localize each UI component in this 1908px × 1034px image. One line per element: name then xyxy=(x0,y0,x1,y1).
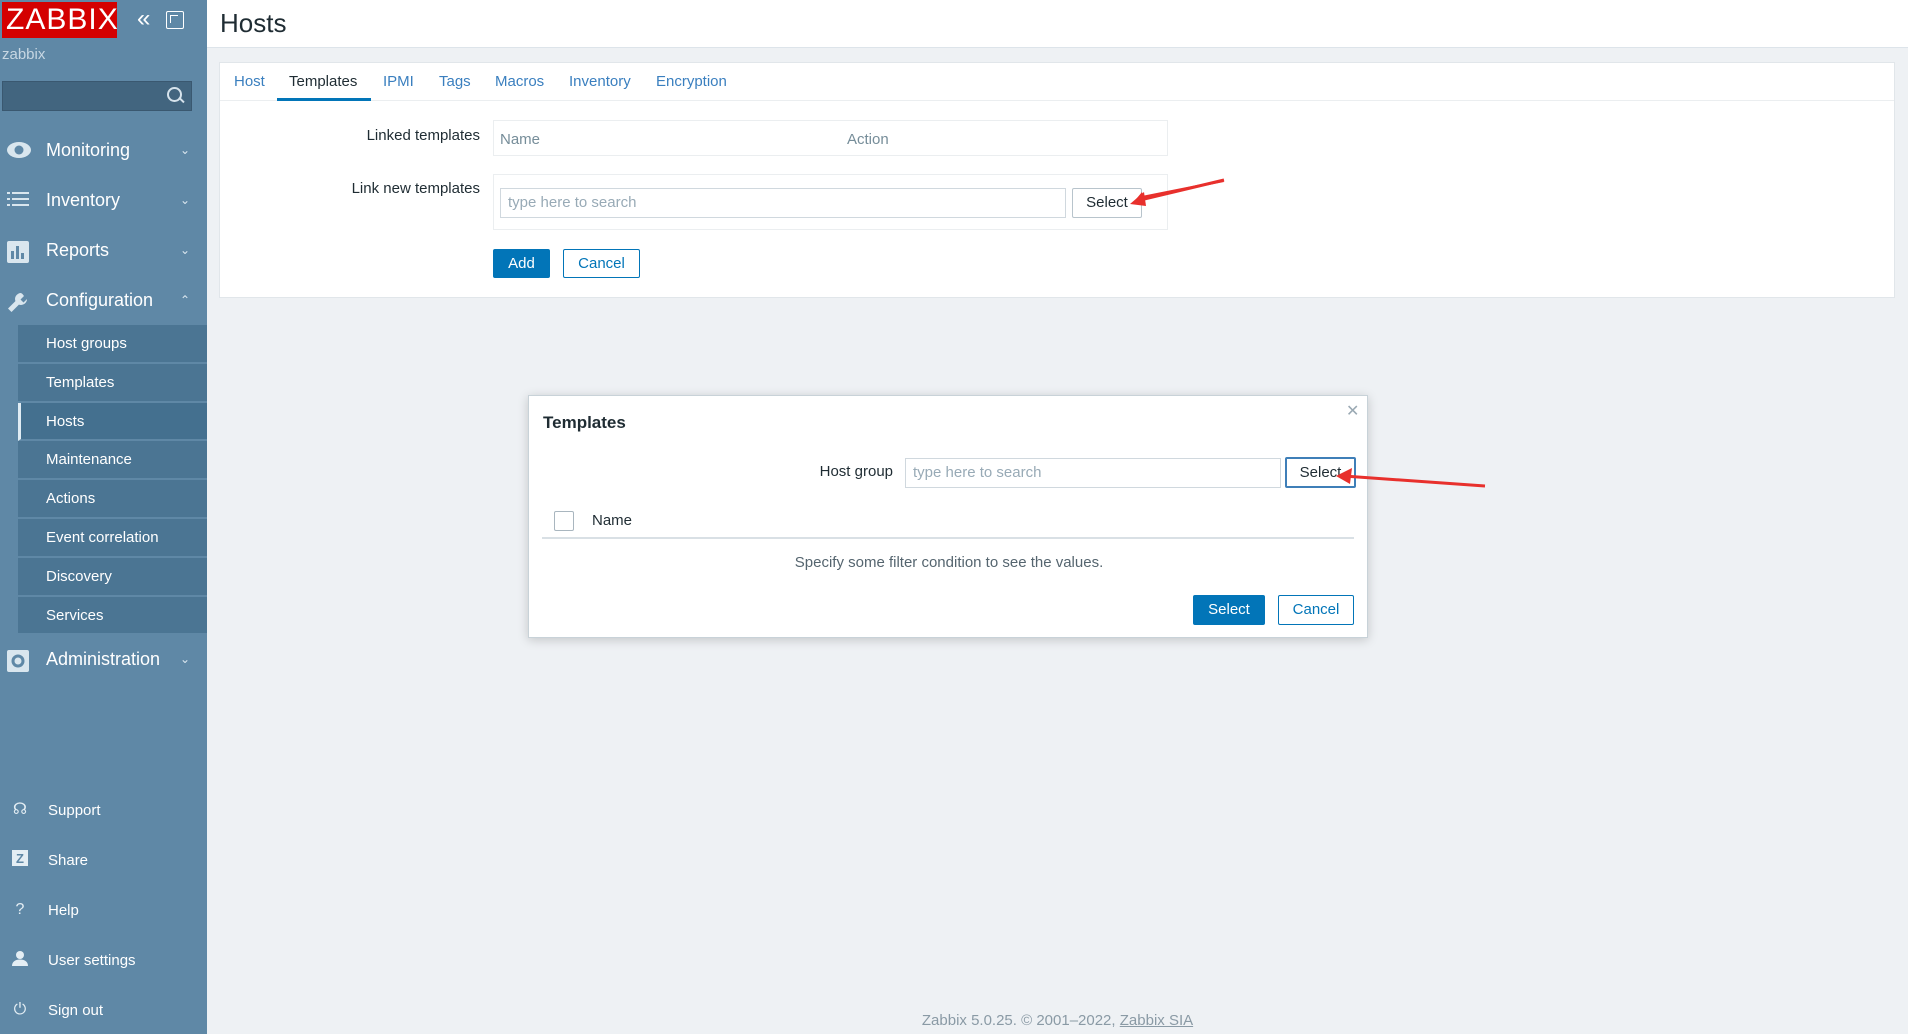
linked-col-action: Action xyxy=(847,131,889,148)
headset-icon: ☊ xyxy=(12,801,28,818)
tab-ipmi[interactable]: IPMI xyxy=(383,73,414,90)
tab-bar: Host Templates IPMI Tags Macros Inventor… xyxy=(220,63,1894,101)
submenu-services[interactable]: Services xyxy=(18,597,207,636)
host-group-search-input[interactable]: type here to search xyxy=(905,458,1281,488)
list-icon xyxy=(6,191,30,211)
menu-reports-label: Reports xyxy=(46,240,110,260)
menu-administration[interactable]: Administration ⌄ xyxy=(0,638,207,682)
linked-templates-table: Name Action xyxy=(493,120,1168,156)
tab-encryption[interactable]: Encryption xyxy=(656,73,727,90)
active-tab-indicator xyxy=(277,98,371,101)
support-link[interactable]: ☊ Support xyxy=(0,792,207,832)
wrench-icon xyxy=(6,291,30,312)
bar-chart-icon xyxy=(6,241,30,263)
select-all-checkbox[interactable] xyxy=(554,511,574,531)
cancel-button[interactable]: Cancel xyxy=(563,249,640,278)
submenu-label: Templates xyxy=(46,373,115,391)
menu-configuration[interactable]: Configuration ⌃ xyxy=(0,279,207,323)
submenu-hosts[interactable]: Hosts xyxy=(18,402,207,442)
menu-monitoring[interactable]: Monitoring ⌄ xyxy=(0,129,207,173)
question-icon: ? xyxy=(15,901,25,918)
menu-inventory-label: Inventory xyxy=(46,190,121,210)
submenu-templates[interactable]: Templates xyxy=(18,364,207,403)
submenu-label: Host groups xyxy=(46,335,127,352)
linked-col-name: Name xyxy=(500,131,541,148)
footer-text: Zabbix 5.0.25. © 2001–2022, xyxy=(921,1012,1116,1029)
page-title: Hosts xyxy=(220,8,287,38)
tab-host[interactable]: Host xyxy=(234,73,265,90)
link-new-templates-box: type here to search Select xyxy=(493,174,1168,230)
submenu-event-correlation[interactable]: Event correlation xyxy=(18,519,207,558)
help-label: Help xyxy=(48,902,79,919)
support-label: Support xyxy=(48,802,101,819)
add-button[interactable]: Add xyxy=(493,249,550,278)
share-link[interactable]: Z Share xyxy=(0,842,207,882)
menu-administration-label: Administration xyxy=(46,649,161,669)
page-header xyxy=(207,0,1908,48)
search-icon[interactable] xyxy=(167,87,185,105)
chevron-down-icon: ⌄ xyxy=(180,143,191,157)
submenu-label: Event correlation xyxy=(46,528,159,546)
user-icon xyxy=(10,950,30,970)
modal-cancel-button[interactable]: Cancel xyxy=(1278,595,1354,625)
templates-modal: Templates ✕ Host group type here to sear… xyxy=(528,395,1368,638)
eye-icon xyxy=(6,141,31,161)
empty-message: Specify some filter condition to see the… xyxy=(794,554,1104,571)
chevron-down-icon: ⌄ xyxy=(180,193,191,207)
menu-inventory[interactable]: Inventory ⌄ xyxy=(0,179,207,223)
sidebar-search-input[interactable] xyxy=(2,81,192,111)
annotation-arrow-icon xyxy=(1130,178,1225,206)
svg-text:Z: Z xyxy=(16,851,24,866)
host-form-panel: Host Templates IPMI Tags Macros Inventor… xyxy=(219,62,1895,298)
modal-title: Templates xyxy=(543,413,626,432)
zabbix-logo[interactable]: ZABBIX xyxy=(2,2,118,38)
menu-monitoring-label: Monitoring xyxy=(46,140,131,160)
server-name: zabbix xyxy=(2,46,46,63)
kiosk-mode-icon[interactable] xyxy=(166,11,184,29)
chevron-up-icon: ⌃ xyxy=(180,293,191,307)
collapse-sidebar-icon[interactable]: « xyxy=(137,7,159,32)
menu-reports[interactable]: Reports ⌄ xyxy=(0,229,207,273)
tab-inventory[interactable]: Inventory xyxy=(569,73,631,90)
sidebar: ZABBIX « zabbix Monitoring ⌄ Inventory ⌄… xyxy=(0,0,207,1034)
sign-out-link[interactable]: ⏻ Sign out xyxy=(0,992,207,1032)
share-label: Share xyxy=(48,852,89,869)
submenu-label: Discovery xyxy=(46,567,112,585)
modal-select-button[interactable]: Select xyxy=(1193,595,1265,625)
help-link[interactable]: ? Help xyxy=(0,892,207,932)
submenu-host-groups[interactable]: Host groups xyxy=(18,325,207,364)
submenu-maintenance[interactable]: Maintenance xyxy=(18,441,207,481)
submenu-actions[interactable]: Actions xyxy=(18,480,207,519)
tab-templates[interactable]: Templates xyxy=(289,73,357,90)
sign-out-label: Sign out xyxy=(48,1002,104,1019)
user-settings-label: User settings xyxy=(48,952,136,969)
user-settings-link[interactable]: User settings xyxy=(0,942,207,982)
configuration-submenu: Host groups Templates Hosts Maintenance … xyxy=(18,325,207,636)
annotation-arrow-icon xyxy=(1336,468,1486,488)
tab-macros[interactable]: Macros xyxy=(495,73,544,90)
submenu-discovery[interactable]: Discovery xyxy=(18,558,207,597)
host-group-label: Host group xyxy=(819,463,893,480)
submenu-label: Hosts xyxy=(46,412,85,430)
page-footer: Zabbix 5.0.25. © 2001–2022, Zabbix SIA xyxy=(207,1012,1908,1029)
submenu-label: Maintenance xyxy=(46,451,132,469)
link-new-templates-label: Link new templates xyxy=(351,180,480,197)
link-templates-search-input[interactable]: type here to search xyxy=(500,188,1066,218)
power-icon: ⏻ xyxy=(13,1001,27,1018)
sidebar-header: ZABBIX « xyxy=(0,0,207,44)
modal-table-header: Name xyxy=(542,503,1354,539)
tab-tags[interactable]: Tags xyxy=(439,73,471,90)
modal-col-name: Name xyxy=(592,512,633,529)
submenu-label: Services xyxy=(46,606,104,624)
chevron-down-icon: ⌄ xyxy=(180,652,191,666)
gear-icon xyxy=(6,650,30,672)
close-icon[interactable]: ✕ xyxy=(1346,401,1359,421)
submenu-label: Actions xyxy=(46,490,96,508)
linked-templates-label: Linked templates xyxy=(366,127,480,144)
footer-link[interactable]: Zabbix SIA xyxy=(1120,1012,1193,1029)
menu-configuration-label: Configuration xyxy=(46,290,154,310)
share-z-icon: Z xyxy=(10,850,30,870)
chevron-down-icon: ⌄ xyxy=(180,243,191,257)
